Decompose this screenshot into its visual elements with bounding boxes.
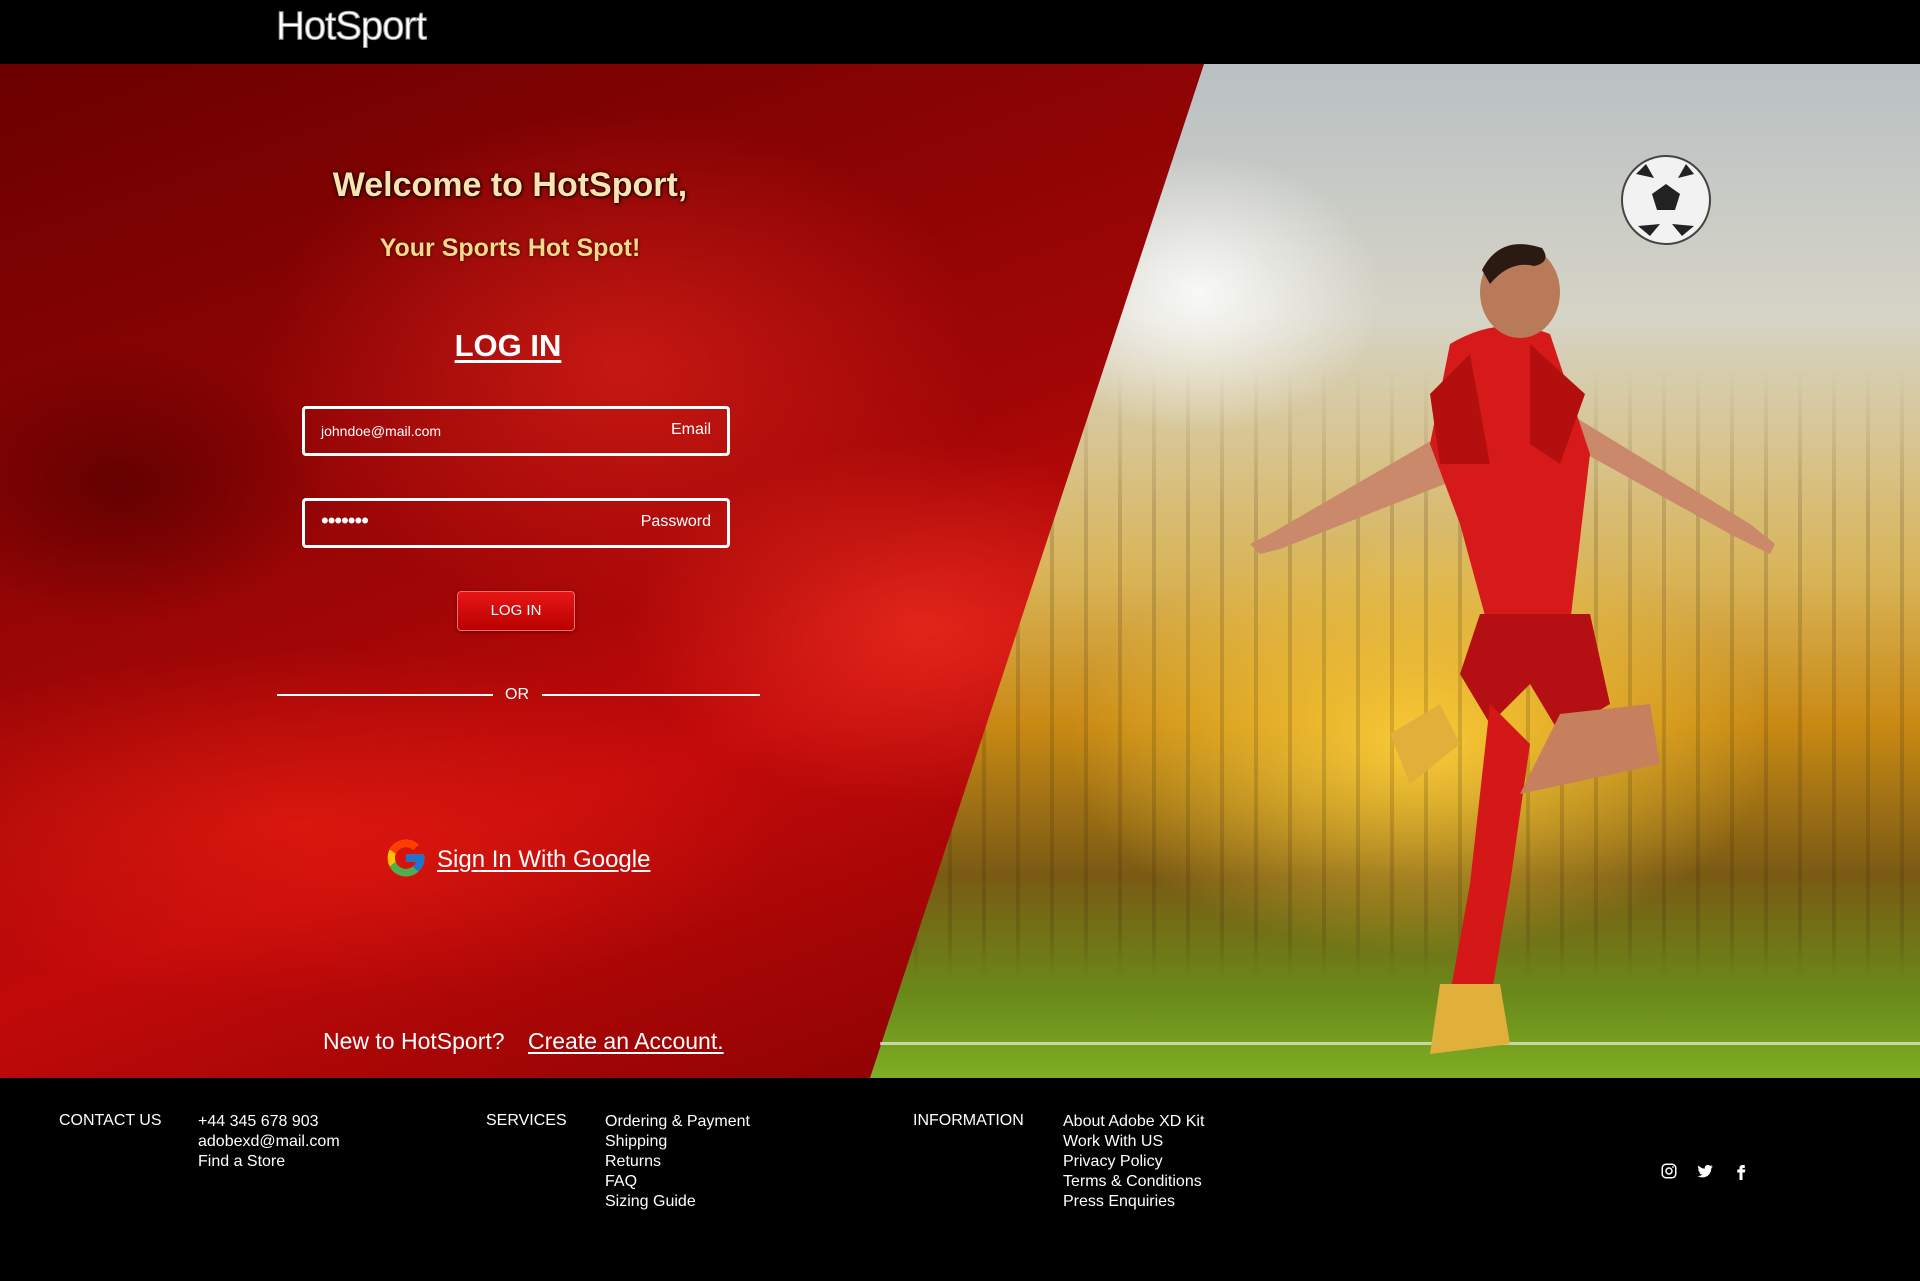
twitter-icon[interactable] [1696,1162,1714,1180]
password-field[interactable]: ••••••• Password [302,498,730,548]
footer-link[interactable]: Sizing Guide [605,1192,750,1212]
footer-information-heading: INFORMATION [913,1112,1024,1129]
email-label: Email [670,421,711,438]
footer-link[interactable]: Press Enquiries [1063,1192,1204,1212]
or-separator: OR [505,686,529,703]
footer-link[interactable]: Work With US [1063,1132,1204,1152]
instagram-icon[interactable] [1660,1162,1678,1180]
football-player-image [1250,155,1775,1054]
password-label: Password [640,513,711,530]
top-bar: HotSport [0,0,1920,64]
social-links [1660,1162,1750,1180]
footer-services-heading: SERVICES [486,1112,567,1129]
footer-contact-list: +44 345 678 903 adobexd@mail.com Find a … [198,1112,340,1172]
email-value[interactable]: johndoe@mail.com [321,423,441,439]
create-account-link[interactable]: Create an Account. [528,1028,724,1055]
footer-link[interactable]: Terms & Conditions [1063,1172,1204,1192]
footer-link[interactable]: Ordering & Payment [605,1112,750,1132]
footer-phone[interactable]: +44 345 678 903 [198,1112,340,1132]
divider-left [277,694,493,696]
brand-logo[interactable]: HotSport [276,4,428,49]
footer-link[interactable]: Returns [605,1152,750,1172]
footer-find-store[interactable]: Find a Store [198,1152,340,1172]
welcome-heading: Welcome to HotSport, [332,166,688,204]
footer-contact-heading: CONTACT US [59,1112,162,1129]
footer-link[interactable]: FAQ [605,1172,750,1192]
footer-information-list: About Adobe XD Kit Work With US Privacy … [1063,1112,1204,1212]
facebook-icon[interactable] [1732,1162,1750,1180]
login-heading: LOG IN [454,328,562,363]
google-icon[interactable] [384,836,428,880]
google-signin-link[interactable]: Sign In With Google [437,846,650,874]
footer-link[interactable]: Privacy Policy [1063,1152,1204,1172]
footer-services-list: Ordering & Payment Shipping Returns FAQ … [605,1112,750,1212]
footer-email[interactable]: adobexd@mail.com [198,1132,340,1152]
login-button[interactable]: LOG IN [457,591,575,631]
password-value[interactable]: ••••••• [321,508,369,534]
footer-link[interactable]: Shipping [605,1132,750,1152]
email-field[interactable]: johndoe@mail.com Email [302,406,730,456]
tagline: Your Sports Hot Spot! [379,234,641,262]
footer-link[interactable]: About Adobe XD Kit [1063,1112,1204,1132]
footer [0,1078,1920,1281]
new-account-prompt: New to HotSport? [323,1028,505,1054]
hero-section: Welcome to HotSport, Your Sports Hot Spo… [0,64,1920,1078]
divider-right [542,694,760,696]
